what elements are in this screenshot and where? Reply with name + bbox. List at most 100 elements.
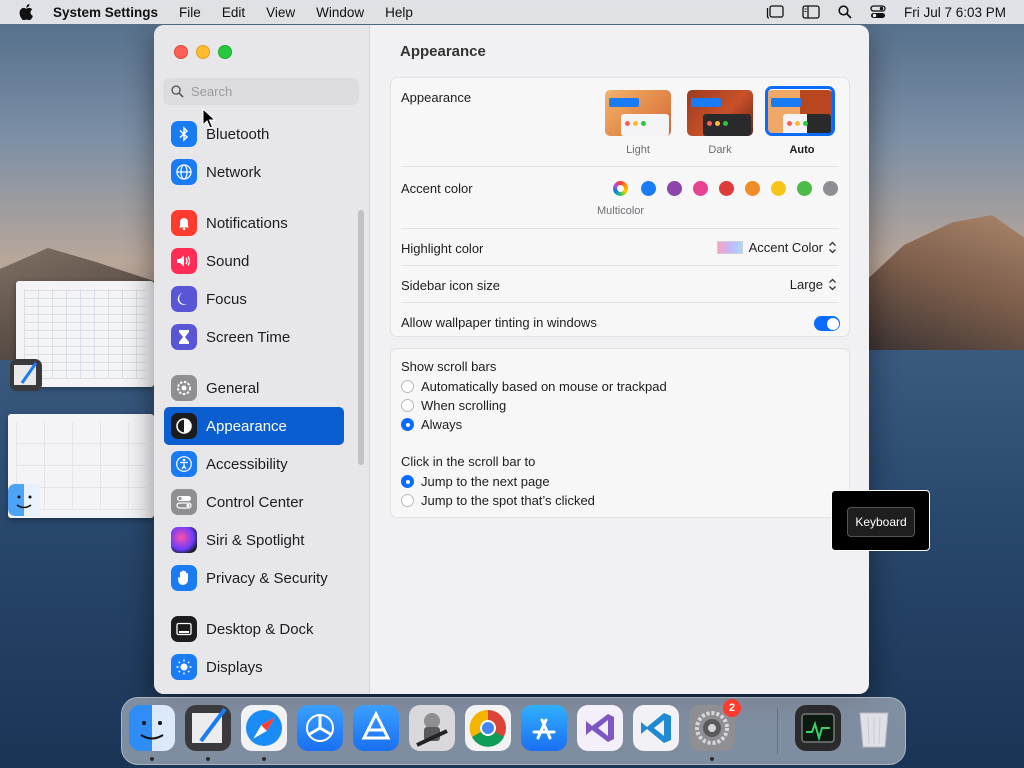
siri-icon: [171, 527, 197, 553]
appearance-dark-option[interactable]: [687, 90, 753, 136]
wallpaper-tinting-toggle[interactable]: [814, 316, 840, 331]
accent-orange-swatch[interactable]: [745, 181, 760, 196]
sidebar-item-general[interactable]: General: [164, 369, 344, 407]
radio-button[interactable]: [401, 380, 414, 393]
vscode-icon[interactable]: [633, 705, 679, 751]
radio-button[interactable]: [401, 399, 414, 412]
highlight-color-label: Highlight color: [401, 241, 484, 256]
search-icon[interactable]: [838, 5, 852, 19]
accent-graphite-swatch[interactable]: [823, 181, 838, 196]
menu-file[interactable]: File: [179, 5, 201, 20]
speaker-icon: [171, 248, 197, 274]
testflight-icon[interactable]: [297, 705, 343, 751]
sidebar-item-control-center[interactable]: Control Center: [164, 483, 344, 521]
sidebar-item-network[interactable]: Network: [164, 153, 344, 191]
visual-studio-icon[interactable]: [577, 705, 623, 751]
toggles-icon: [171, 489, 197, 515]
zoom-button[interactable]: [218, 45, 232, 59]
menu-edit[interactable]: Edit: [222, 5, 245, 20]
menu-view[interactable]: View: [266, 5, 295, 20]
sidebar-item-displays[interactable]: Displays: [164, 648, 344, 686]
trash-icon[interactable]: [851, 705, 897, 751]
wallpaper-tinting-label: Allow wallpaper tinting in windows: [401, 315, 597, 330]
sidebar-item-sound[interactable]: Sound: [164, 242, 344, 280]
sidebar-item-label: Notifications: [206, 214, 288, 232]
appearance-icon: [171, 413, 197, 439]
scroll-settings-card: Show scroll bars Automatically based on …: [390, 348, 850, 518]
keyboard-button[interactable]: Keyboard: [847, 507, 915, 537]
sidebar-item-label: Focus: [206, 290, 247, 308]
sidebar-scrollbar[interactable]: [358, 210, 364, 465]
sidebar-item-accessibility[interactable]: Accessibility: [164, 445, 344, 483]
app-menu[interactable]: System Settings: [53, 5, 158, 20]
minimize-button[interactable]: [196, 45, 210, 59]
sidebar-item-privacy-security[interactable]: Privacy & Security: [164, 559, 344, 597]
sidebar-icon-size-popup[interactable]: Large: [790, 277, 837, 292]
sidebar-item-siri-spotlight[interactable]: Siri & Spotlight: [164, 521, 344, 559]
accent-green-swatch[interactable]: [797, 181, 812, 196]
apple-menu-icon[interactable]: [19, 4, 35, 20]
scroll-bars-option-automatic[interactable]: Automatically based on mouse or trackpad: [401, 379, 667, 394]
appearance-option-label-light: Light: [626, 144, 650, 156]
sidebar-item-focus[interactable]: Focus: [164, 280, 344, 318]
menu-clock[interactable]: Fri Jul 7 6:03 PM: [904, 5, 1006, 20]
accent-yellow-swatch[interactable]: [771, 181, 786, 196]
sidebar-item-screen-time[interactable]: Screen Time: [164, 318, 344, 356]
accent-pink-swatch[interactable]: [693, 181, 708, 196]
running-indicator: [150, 757, 154, 761]
system-settings-window: Search Bluetooth Network Notifications S…: [154, 25, 869, 694]
running-indicator: [206, 757, 210, 761]
divider: [401, 166, 839, 167]
system-settings-icon[interactable]: 2: [689, 699, 741, 751]
control-center-icon[interactable]: [870, 5, 886, 19]
script-editor-icon[interactable]: [185, 705, 231, 751]
sidebar-item-label: Network: [206, 163, 262, 181]
activity-monitor-icon[interactable]: [795, 705, 841, 751]
appearance-light-option[interactable]: [605, 90, 671, 136]
keyboard-popup: Keyboard: [831, 490, 930, 551]
notification-badge: 2: [723, 699, 741, 717]
sidebar-item-bluetooth[interactable]: Bluetooth: [164, 115, 344, 153]
menu-help[interactable]: Help: [385, 5, 413, 20]
click-scroll-option-next-page[interactable]: Jump to the next page: [401, 474, 550, 489]
search-placeholder: Search: [191, 84, 233, 99]
accent-red-swatch[interactable]: [719, 181, 734, 196]
stage-manager-icon[interactable]: [766, 5, 784, 19]
highlight-color-popup[interactable]: Accent Color: [716, 240, 837, 255]
divider: [401, 302, 839, 303]
sidebar-item-appearance[interactable]: Appearance: [164, 407, 344, 445]
app-store-icon[interactable]: [521, 705, 567, 751]
sidebar-item-label: Sound: [206, 252, 250, 270]
hand-icon: [171, 565, 197, 591]
instruments-icon[interactable]: [353, 705, 399, 751]
automator-icon[interactable]: [409, 705, 455, 751]
radio-label: Jump to the next page: [421, 474, 550, 489]
scroll-bars-option-always[interactable]: Always: [401, 417, 462, 432]
sidebar-item-desktop-dock[interactable]: Desktop & Dock: [164, 610, 344, 648]
search-field[interactable]: Search: [163, 78, 359, 105]
hourglass-icon: [171, 324, 197, 350]
radio-button[interactable]: [401, 494, 414, 507]
show-scroll-bars-label: Show scroll bars: [401, 359, 497, 374]
window-controls: [174, 45, 232, 59]
accent-purple-swatch[interactable]: [667, 181, 682, 196]
scroll-bars-option-when-scrolling[interactable]: When scrolling: [401, 398, 506, 413]
click-scroll-option-spot-clicked[interactable]: Jump to the spot that’s clicked: [401, 493, 595, 508]
sidebar-icon[interactable]: [802, 5, 820, 19]
gear-icon: [171, 375, 197, 401]
sidebar-item-notifications[interactable]: Notifications: [164, 204, 344, 242]
highlight-color-value: Accent Color: [748, 240, 823, 255]
finder-icon[interactable]: [129, 705, 175, 751]
accent-blue-swatch[interactable]: [641, 181, 656, 196]
radio-button-selected[interactable]: [401, 418, 414, 431]
chrome-icon[interactable]: [465, 705, 511, 751]
menu-bar: System Settings File Edit View Window He…: [0, 0, 1024, 24]
close-button[interactable]: [174, 45, 188, 59]
sun-icon: [171, 654, 197, 680]
script-editor-thumbnail-icon: [10, 359, 42, 391]
dock: 2: [121, 697, 906, 765]
accent-multicolor-swatch[interactable]: [613, 181, 628, 196]
menu-window[interactable]: Window: [316, 5, 364, 20]
radio-button-selected[interactable]: [401, 475, 414, 488]
safari-icon[interactable]: [241, 705, 287, 751]
